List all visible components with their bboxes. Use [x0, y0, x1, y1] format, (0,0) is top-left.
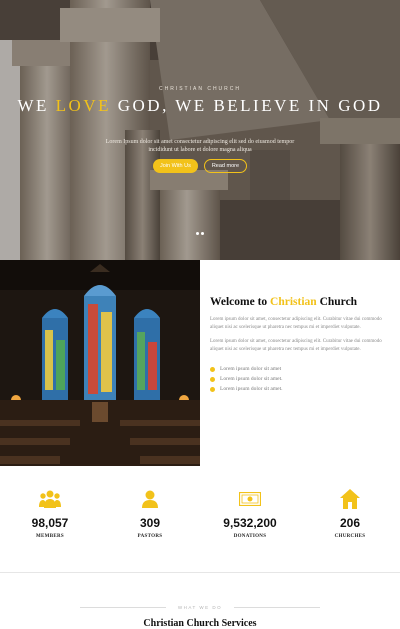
donation-icon	[200, 488, 300, 510]
stat-label: CHURCHES	[334, 534, 366, 539]
eyebrow-line	[80, 607, 166, 608]
hero-subtitle: Lorem Ipsum dolor sit amet consectetur a…	[105, 139, 295, 153]
bullet-icon	[210, 386, 215, 392]
hero-title-part1: WE	[17, 96, 56, 115]
hero-title: WE LOVE GOD, WE BELIEVE IN GOD	[0, 96, 400, 115]
stats-section: 98,057 MEMBERS 309 PASTORS 9,532,200 DON…	[0, 488, 400, 560]
list-item-text: Lorem ipsum dolor sit amet	[220, 366, 282, 372]
list-item: Lorem ipsum dolor sit amet	[210, 364, 390, 374]
welcome-title-part1: Welcome to	[210, 296, 271, 308]
stat-churches: 206 CHURCHES	[300, 488, 400, 560]
welcome-paragraph: Lorem ipsum dolor sit amet, consectetur …	[210, 339, 382, 352]
list-item-text: Lorem ipsum dolor sit amet.	[220, 376, 283, 382]
services-title: Christian Church Services	[143, 618, 257, 629]
church-interior-image	[0, 260, 200, 466]
list-item: Lorem ipsum dolor sit amet.	[210, 384, 390, 394]
welcome-checklist: Lorem ipsum dolor sit amet Lorem ipsum d…	[210, 364, 390, 394]
welcome-title-part2: Church	[316, 296, 358, 308]
services-eyebrow: WHAT WE DO	[177, 605, 223, 610]
stat-value: 9,532,200	[223, 516, 277, 530]
slider-dot[interactable]	[196, 232, 199, 235]
hero-title-accent: LOVE	[55, 96, 111, 115]
read-more-button[interactable]: Read more	[203, 159, 248, 173]
stat-donations: 9,532,200 DONATIONS	[200, 488, 300, 560]
welcome-title-accent: Christian	[270, 296, 317, 308]
list-item-text: Lorem ipsum dolor sit amet.	[220, 386, 283, 392]
stat-label: PASTORS	[137, 534, 163, 539]
stat-pastors: 309 PASTORS	[100, 488, 200, 560]
welcome-paragraph: Lorem ipsum dolor sit amet, consectetur …	[210, 317, 382, 330]
stat-value: 206	[339, 516, 361, 530]
stat-value: 309	[139, 516, 161, 530]
members-icon	[0, 488, 100, 510]
bullet-icon	[210, 366, 215, 372]
list-item: Lorem ipsum dolor sit amet.	[210, 374, 390, 384]
stat-members: 98,057 MEMBERS	[0, 488, 100, 560]
welcome-title: Welcome to Christian Church	[210, 296, 390, 308]
hero-title-part2: GOD, WE BELIEVE IN GOD	[110, 96, 383, 115]
section-divider	[0, 572, 400, 573]
services-eyebrow-row: WHAT WE DO	[80, 605, 320, 610]
join-button[interactable]: Join With Us	[152, 159, 198, 173]
stat-label: DONATIONS	[233, 534, 267, 539]
hero-section: CHRISTIAN CHURCH WE LOVE GOD, WE BELIEVE…	[0, 0, 400, 260]
stat-value: 98,057	[31, 516, 69, 530]
hero-overlay	[0, 0, 400, 260]
pastor-icon	[100, 488, 200, 510]
slider-dots	[0, 232, 400, 235]
church-icon	[300, 488, 400, 510]
slider-dot[interactable]	[201, 232, 204, 235]
hero-buttons: Join With Us Read more	[0, 159, 400, 173]
stained-glass-illustration	[0, 260, 200, 466]
eyebrow-line	[234, 607, 320, 608]
hero-eyebrow: CHRISTIAN CHURCH	[159, 86, 241, 92]
welcome-content: Welcome to Christian Church Lorem ipsum …	[210, 296, 390, 394]
bullet-icon	[210, 376, 215, 382]
stat-label: MEMBERS	[36, 534, 64, 539]
